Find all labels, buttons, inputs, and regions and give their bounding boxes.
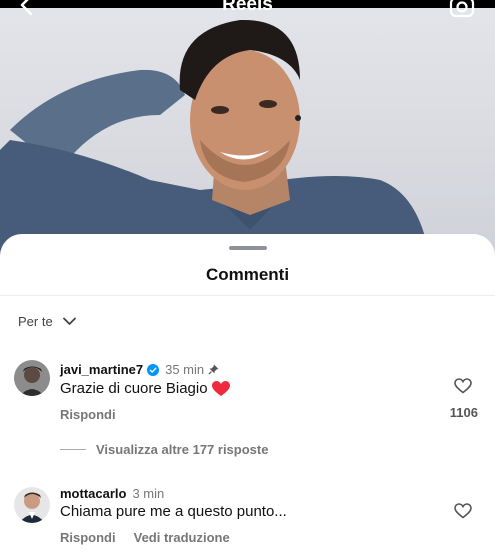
reply-button[interactable]: Rispondi: [60, 530, 116, 545]
comment-time: 3 min: [132, 486, 165, 501]
comments-title: Commenti: [205, 265, 290, 284]
chevron-down-icon: [62, 317, 76, 325]
view-replies-label: Visualizza altre 177 risposte: [96, 442, 269, 457]
avatar[interactable]: [14, 487, 50, 523]
avatar[interactable]: [14, 360, 50, 396]
page-title: Reels: [222, 0, 273, 15]
comment-time: 35 min: [165, 362, 205, 377]
comment-header: javi_martine7 35 min: [60, 362, 219, 377]
username[interactable]: javi_martine7: [60, 362, 143, 377]
sort-label: Per te: [18, 314, 53, 329]
comment-actions: Rispondi: [60, 407, 116, 422]
comment-header: mottacarlo 3 min: [60, 486, 164, 501]
pin-icon: [208, 364, 219, 375]
reel-video[interactable]: Reels: [0, 0, 495, 260]
comment-actions: Rispondi Vedi traduzione: [60, 530, 230, 545]
comment-body: Grazie di cuore Biagio: [60, 380, 208, 397]
heart-like-icon[interactable]: [454, 503, 472, 519]
view-replies-button[interactable]: Visualizza altre 177 risposte: [60, 442, 268, 457]
sort-dropdown[interactable]: Per te: [18, 314, 76, 329]
comment-text: Grazie di cuore Biagio: [60, 380, 230, 397]
verified-badge-icon: [147, 363, 160, 376]
drag-handle[interactable]: [229, 246, 267, 250]
like-count: 1106: [449, 405, 478, 420]
username[interactable]: mottacarlo: [60, 486, 126, 501]
reel-person-photo: [0, 19, 430, 260]
divider: [0, 295, 495, 296]
replies-line: [60, 449, 86, 450]
comments-sheet: Commenti Per te javi_martine7 35 min Gra…: [0, 234, 495, 560]
see-translation-button[interactable]: Vedi traduzione: [134, 530, 230, 545]
reply-button[interactable]: Rispondi: [60, 407, 116, 422]
comment-body: Chiama pure me a questo punto...: [60, 503, 287, 520]
camera-icon[interactable]: [449, 0, 475, 18]
red-heart-emoji-icon: [211, 380, 230, 396]
comment-text: Chiama pure me a questo punto...: [60, 503, 287, 520]
heart-like-icon[interactable]: [454, 378, 472, 394]
